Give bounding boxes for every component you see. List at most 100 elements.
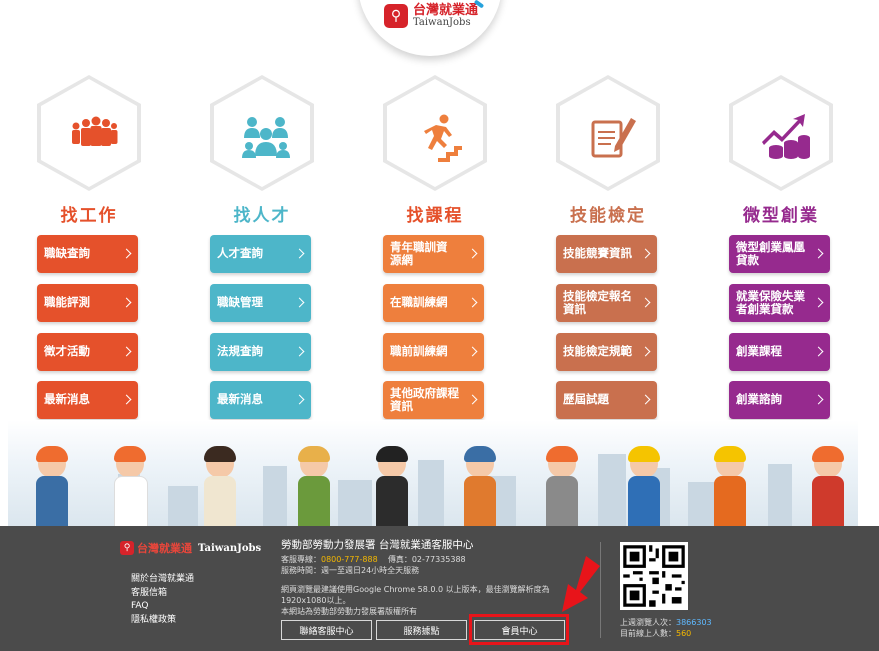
find-talent-btn-3[interactable]: 法規查詢: [210, 333, 311, 371]
chevron-right-icon: [813, 297, 824, 308]
btn-label: 創業諮詢: [736, 392, 782, 407]
btn-label: 其他政府課程資訊: [390, 385, 459, 413]
footer-logo-name-zh: 台灣就業通: [137, 542, 192, 555]
footer-link-about[interactable]: 關於台灣就業通: [131, 573, 194, 587]
skill-cert-btn-2[interactable]: 技能檢定報名資訊: [556, 284, 657, 322]
btn-label: 職前訓練網: [390, 344, 448, 359]
skill-cert-btn-3[interactable]: 技能檢定規範: [556, 333, 657, 371]
chevron-right-icon: [467, 248, 478, 259]
cartoon-character: [456, 446, 504, 526]
red-pointer-arrow-icon: [562, 556, 600, 612]
contact-service-button[interactable]: 聯絡客服中心: [281, 620, 372, 640]
cartoon-character: [538, 446, 586, 526]
footer-logo[interactable]: ⚲ 台灣就業通 TaiwanJobs: [120, 540, 261, 556]
chevron-right-icon: [640, 297, 651, 308]
btn-label: 就業保險失業者創業貸款: [736, 288, 805, 316]
btn-label: 法規查詢: [217, 344, 263, 359]
last-week-visits-label: 上週瀏覽人次：: [620, 618, 676, 627]
member-center-highlight-box: [469, 614, 569, 645]
chevron-right-icon: [294, 248, 305, 259]
chevron-right-icon: [121, 394, 132, 405]
building: [263, 466, 287, 526]
taiwanjobs-logo-icon: ⚲: [120, 541, 134, 555]
people-group-icon: [72, 116, 118, 146]
cartoon-character: [106, 446, 154, 526]
building: [418, 460, 444, 526]
micro-biz-btn-1[interactable]: 微型創業鳳凰貸款: [729, 235, 830, 273]
btn-label: 微型創業鳳凰貸款: [736, 239, 805, 267]
btn-label: 人才查詢: [217, 246, 263, 261]
skill-cert-btn-4[interactable]: 歷屆試題: [556, 381, 657, 419]
footer-link-privacy[interactable]: 隱私權政策: [131, 614, 194, 628]
btn-label: 技能競賽資訊: [563, 246, 632, 261]
btn-label: 最新消息: [217, 392, 263, 407]
find-course-hex[interactable]: [383, 75, 487, 191]
find-talent-hex[interactable]: [210, 75, 314, 191]
find-job-btn-4[interactable]: 最新消息: [37, 381, 138, 419]
skill-cert-btn-1[interactable]: 技能競賽資訊: [556, 235, 657, 273]
certificate-pen-icon: [591, 118, 636, 158]
cartoon-character: [290, 446, 338, 526]
find-talent-btn-4[interactable]: 最新消息: [210, 381, 311, 419]
hotline-label: 客服專線：: [281, 555, 321, 564]
find-talent-btn-1[interactable]: 人才查詢: [210, 235, 311, 273]
btn-label: 創業課程: [736, 344, 782, 359]
find-job-hex[interactable]: [37, 75, 141, 191]
btn-label: 職能評測: [44, 295, 90, 310]
btn-label: 技能檢定規範: [563, 344, 632, 359]
skill-cert-hex[interactable]: [556, 75, 660, 191]
talent-team-icon: [242, 117, 290, 158]
chevron-right-icon: [294, 346, 305, 357]
logo-name-zh: 台灣就業通: [413, 3, 479, 18]
find-talent-btn-2[interactable]: 職缺管理: [210, 284, 311, 322]
footer-links: 關於台灣就業通 客服信箱 FAQ 隱私權政策: [131, 573, 194, 627]
building: [168, 486, 198, 526]
online-users-label: 目前線上人數：: [620, 629, 676, 638]
btn-label: 青年職訓資源網: [390, 239, 448, 267]
micro-biz-btn-2[interactable]: 就業保險失業者創業貸款: [729, 284, 830, 322]
micro-biz-title: 微型創業: [743, 206, 819, 226]
find-talent-title: 找人才: [233, 206, 291, 226]
find-job-btn-3[interactable]: 徵才活動: [37, 333, 138, 371]
find-job-btn-2[interactable]: 職能評測: [37, 284, 138, 322]
find-course-btn-3[interactable]: 職前訓練網: [383, 333, 484, 371]
footer-org-name: 勞動部勞動力發展署 台灣就業通客服中心: [281, 539, 474, 551]
fax-label: 傳真：: [387, 555, 412, 564]
btn-label: 最新消息: [44, 392, 90, 407]
city-skyline-illustration: [8, 420, 858, 526]
footer-link-faq[interactable]: FAQ: [131, 600, 194, 614]
footer-contact-info: 客服專線：0800-777-888 傳真：02-77335388 服務時間：週一…: [281, 554, 466, 576]
find-course-btn-4[interactable]: 其他政府課程資訊: [383, 381, 484, 419]
fax-number: 02-77335388: [411, 555, 466, 564]
site-footer: ⚲ 台灣就業通 TaiwanJobs 關於台灣就業通 客服信箱 FAQ 隱私權政…: [0, 526, 879, 651]
site-logo-badge[interactable]: ⚲ 台灣就業通 TaiwanJobs: [358, 0, 502, 56]
chevron-right-icon: [467, 297, 478, 308]
micro-biz-btn-3[interactable]: 創業課程: [729, 333, 830, 371]
visitor-stats: 上週瀏覽人次：3866303 目前線上人數：560: [620, 617, 712, 639]
service-hours: 服務時間：週一至週日24小時全天服務: [281, 566, 420, 575]
micro-biz-btn-4[interactable]: 創業諮詢: [729, 381, 830, 419]
chevron-right-icon: [121, 346, 132, 357]
btn-label: 職缺管理: [217, 295, 263, 310]
cartoon-character: [368, 446, 416, 526]
running-up-stairs-icon: [424, 114, 462, 162]
micro-biz-hex[interactable]: [729, 75, 833, 191]
btn-label: 職缺查詢: [44, 246, 90, 261]
find-course-btn-1[interactable]: 青年職訓資源網: [383, 235, 484, 273]
taiwanjobs-logo-icon: ⚲: [384, 4, 408, 29]
chevron-right-icon: [640, 394, 651, 405]
service-locations-button[interactable]: 服務據點: [376, 620, 467, 640]
find-course-btn-2[interactable]: 在職訓練網: [383, 284, 484, 322]
find-course-title: 找課程: [406, 206, 464, 226]
building: [338, 480, 372, 526]
btn-label: 技能檢定報名資訊: [563, 288, 632, 316]
cartoon-character: [706, 446, 754, 526]
footer-link-service-mail[interactable]: 客服信箱: [131, 587, 194, 601]
chevron-right-icon: [294, 394, 305, 405]
footer-notes: 網頁瀏覽最建議使用Google Chrome 58.0.0 以上版本，最佳瀏覽解…: [281, 584, 571, 617]
cartoon-character: [28, 446, 76, 526]
chevron-right-icon: [640, 346, 651, 357]
find-job-btn-1[interactable]: 職缺查詢: [37, 235, 138, 273]
copyright-note: 本網站為勞動部勞動力發展署版權所有: [281, 607, 417, 616]
footer-logo-name-en: TaiwanJobs: [198, 542, 262, 554]
